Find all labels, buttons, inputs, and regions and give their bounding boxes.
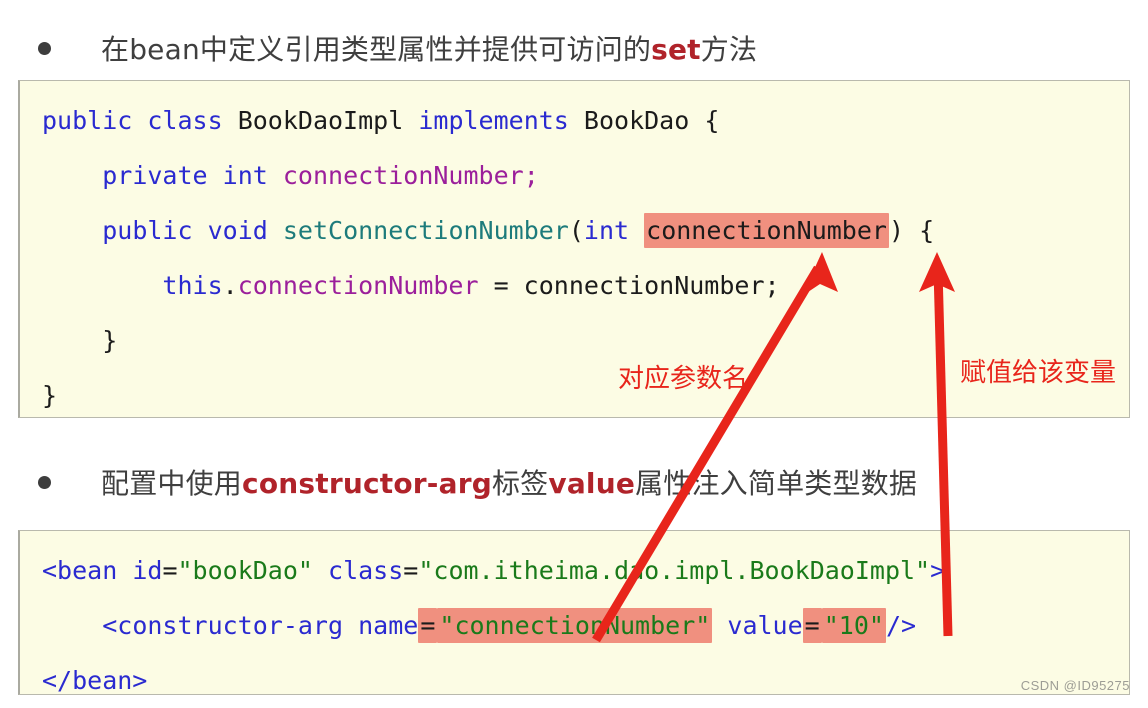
code-line-field: private int connectionNumber;: [20, 148, 1129, 203]
token-class: class: [147, 106, 223, 135]
token-close-brace: }: [42, 381, 58, 410]
highlight-value-equals: =: [802, 608, 822, 643]
token-public: public: [102, 216, 193, 245]
token-constructor-arg-tag: <constructor-arg: [102, 611, 344, 640]
token-assign-expr: = connectionNumber;: [478, 271, 780, 300]
token-field-connectionnumber: connectionNumber: [282, 161, 524, 190]
token-paren-open: (: [568, 216, 584, 245]
token-attr-class: class: [328, 556, 404, 585]
bullet-2-mid: 标签: [491, 467, 549, 500]
token-this: this: [162, 271, 223, 300]
bullet-1-suffix: 方法: [700, 33, 758, 66]
bullet-marker-icon: [38, 475, 51, 489]
token-equals: =: [162, 556, 178, 585]
annotation-param-name: 对应参数名: [618, 364, 749, 394]
token-int: int: [222, 161, 268, 190]
token-value-bookdao: "bookDao": [177, 556, 313, 585]
token-private: private: [102, 161, 208, 190]
highlight-name-value-connectionnumber: "connectionNumber": [437, 608, 713, 643]
token-bean-tag: <bean: [42, 556, 118, 585]
token-public: public: [42, 106, 133, 135]
bullet-1-keyword: set: [651, 33, 701, 66]
token-dot: .: [222, 271, 238, 300]
bullet-2-suffix: 属性注入简单类型数据: [635, 467, 918, 500]
bullet-item-1: 在bean中定义引用类型属性并提供可访问的set方法: [0, 26, 1148, 70]
highlight-param-connectionnumber: connectionNumber: [644, 213, 889, 248]
code-line-assignment: this.connectionNumber = connectionNumber…: [20, 258, 1129, 313]
token-implements: implements: [418, 106, 569, 135]
token-paren-close-brace: ) {: [888, 216, 935, 245]
highlight-value-10: "10": [821, 608, 886, 643]
token-open-brace: {: [689, 106, 720, 135]
annotation-assign-value: 赋值给该变量: [960, 358, 1117, 388]
bullet-2-keyword-value: value: [548, 467, 636, 500]
token-bookdao: BookDao: [583, 106, 690, 135]
token-bean-close-tag: </bean>: [42, 666, 148, 695]
token-void: void: [207, 216, 268, 245]
highlight-name-equals: =: [418, 608, 438, 643]
bullet-1-prefix: 在bean中定义引用类型属性并提供可访问的: [101, 33, 652, 66]
token-self-close: />: [885, 611, 917, 640]
bullet-2-prefix: 配置中使用: [101, 467, 243, 500]
token-equals: =: [403, 556, 419, 585]
bullet-marker-icon: [38, 41, 51, 55]
bullet-1-text: 在bean中定义引用类型属性并提供可访问的set方法: [101, 28, 757, 68]
code-line-bean-open: <bean id="bookDao" class="com.itheima.da…: [20, 543, 1129, 598]
code-line-setter-signature: public void setConnectionNumber(int conn…: [20, 203, 1129, 258]
token-attr-id: id: [132, 556, 163, 585]
bullet-2-text: 配置中使用constructor-arg标签value属性注入简单类型数据: [101, 462, 917, 502]
xml-code-block: <bean id="bookDao" class="com.itheima.da…: [18, 530, 1130, 695]
token-bookdaoimpl: BookDaoImpl: [237, 106, 404, 135]
token-attr-name: name: [358, 611, 419, 640]
token-field-connectionnumber: connectionNumber: [237, 271, 479, 300]
token-close-brace: }: [42, 326, 118, 355]
token-value-classname: "com.itheima.dao.impl.BookDaoImpl": [418, 556, 931, 585]
csdn-watermark: CSDN @ID95275: [1020, 678, 1130, 693]
token-gt: >: [930, 556, 946, 585]
bullet-2-keyword-constructor-arg: constructor-arg: [242, 467, 492, 500]
token-attr-value: value: [727, 611, 803, 640]
code-line-bean-close: </bean>: [20, 653, 1129, 708]
token-int: int: [583, 216, 630, 245]
bullet-item-2: 配置中使用constructor-arg标签value属性注入简单类型数据: [0, 460, 1148, 504]
token-method-setconnectionnumber: setConnectionNumber: [282, 216, 569, 245]
token-semicolon: ;: [523, 161, 539, 190]
code-line-constructor-arg: <constructor-arg name= "connectionNumber"…: [20, 598, 1129, 653]
code-line-class-decl: public class BookDaoImpl implements Book…: [20, 93, 1129, 148]
